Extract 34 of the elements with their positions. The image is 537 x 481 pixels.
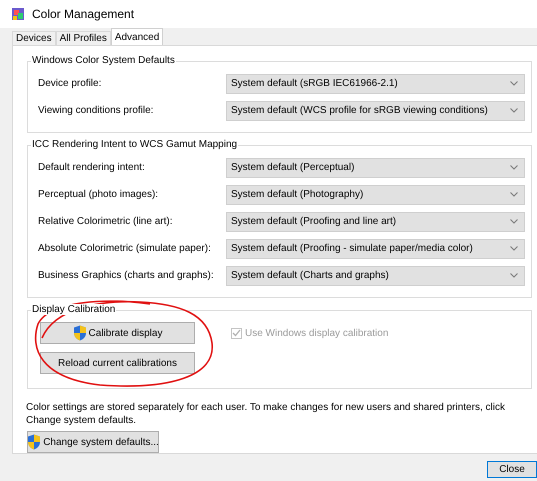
group-title: ICC Rendering Intent to WCS Gamut Mapping [31,139,238,150]
group-title: Display Calibration [31,304,116,315]
dropdown[interactable]: System default (sRGB IEC61966-2.1) [226,74,525,94]
tab[interactable]: Advanced [110,28,164,45]
field-label: Relative Colorimetric (line art): [38,216,174,227]
dropdown[interactable]: System default (Proofing - simulate paper/media color) [226,238,525,258]
chevron-icon [510,273,518,278]
dropdown[interactable]: System default (WCS profile for sRGB viewing conditions) [226,100,525,120]
close-button[interactable]: Close [487,461,537,478]
info-text: Color settings are stored separately for each user. To make changes for new users and shared printers, click Change system defaults. [26,401,506,427]
dropdown[interactable]: System default (Charts and graphs) [226,266,525,286]
window-title: Color Management [32,7,134,21]
tab[interactable]: All Profiles [56,31,111,45]
group-title: Windows Color System Defaults [31,55,176,66]
tab[interactable]: Devices [12,31,56,45]
chevron-icon [510,192,518,197]
calibration-button[interactable]: Reload current calibrations [40,352,195,374]
app-icon [10,6,26,22]
chevron-icon [510,219,518,224]
field-label: Business Graphics (charts and graphs): [38,270,215,281]
chevron-icon [510,165,518,170]
field-label: Viewing conditions profile: [38,105,154,116]
change-defaults-button[interactable]: Change system defaults... [27,431,159,453]
field-label: Perceptual (photo images): [38,189,160,200]
dropdown[interactable]: System default (Proofing and line art) [226,212,525,232]
chevron-icon [510,81,518,86]
chevron-icon [510,246,518,251]
field-label: Device profile: [38,78,102,89]
dropdown[interactable]: System default (Perceptual) [226,158,525,178]
dropdown[interactable]: System default (Photography) [226,184,525,204]
chevron-icon [510,108,518,113]
field-label: Absolute Colorimetric (simulate paper): [38,243,212,254]
calibration-button[interactable]: Calibrate display [40,322,195,344]
field-label: Default rendering intent: [38,162,146,173]
